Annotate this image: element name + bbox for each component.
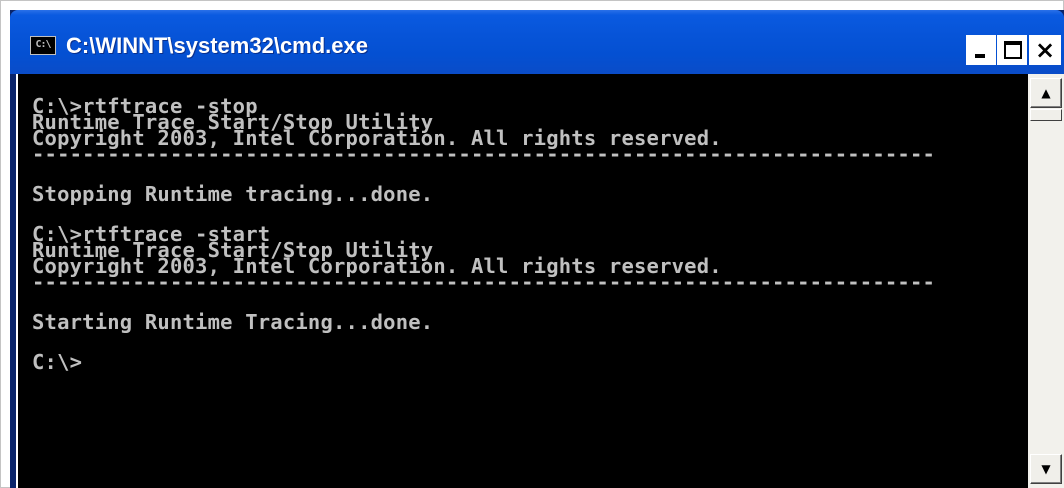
scroll-up-button[interactable]: ▲ xyxy=(1030,78,1062,108)
close-icon: × xyxy=(1034,36,1056,64)
console-app-icon[interactable]: C:\ xyxy=(30,36,56,55)
console-line: Stopping Runtime tracing...done. xyxy=(32,182,434,206)
console-separator: ----------------------------------------… xyxy=(32,142,936,166)
scroll-down-button[interactable]: ▼ xyxy=(1030,454,1062,484)
scroll-thumb[interactable] xyxy=(1030,109,1062,121)
console-separator: ----------------------------------------… xyxy=(32,270,936,294)
console-text: C:\>rtftrace -stop Runtime Trace Start/St… xyxy=(32,96,936,373)
arrow-up-icon: ▲ xyxy=(1041,86,1051,100)
console-prompt[interactable]: C:\> xyxy=(32,352,935,373)
title-bar[interactable]: C:\ C:\WINNT\system32\cmd.exe × xyxy=(10,10,1064,74)
minimize-button[interactable] xyxy=(966,35,996,65)
close-button[interactable]: × xyxy=(1029,35,1061,65)
vertical-scrollbar[interactable]: ▲ ▼ xyxy=(1028,74,1064,488)
window-title: C:\WINNT\system32\cmd.exe xyxy=(66,33,368,58)
arrow-down-icon: ▼ xyxy=(1041,462,1051,476)
console-line: Starting Runtime Tracing...done. xyxy=(32,310,434,334)
maximize-icon xyxy=(1004,41,1022,59)
minimize-icon xyxy=(975,54,985,58)
console-window: C:\ C:\WINNT\system32\cmd.exe × C:\>rtft… xyxy=(10,10,1064,488)
console-output[interactable]: C:\>rtftrace -stop Runtime Trace Start/St… xyxy=(16,74,1028,488)
maximize-button[interactable] xyxy=(997,35,1027,65)
